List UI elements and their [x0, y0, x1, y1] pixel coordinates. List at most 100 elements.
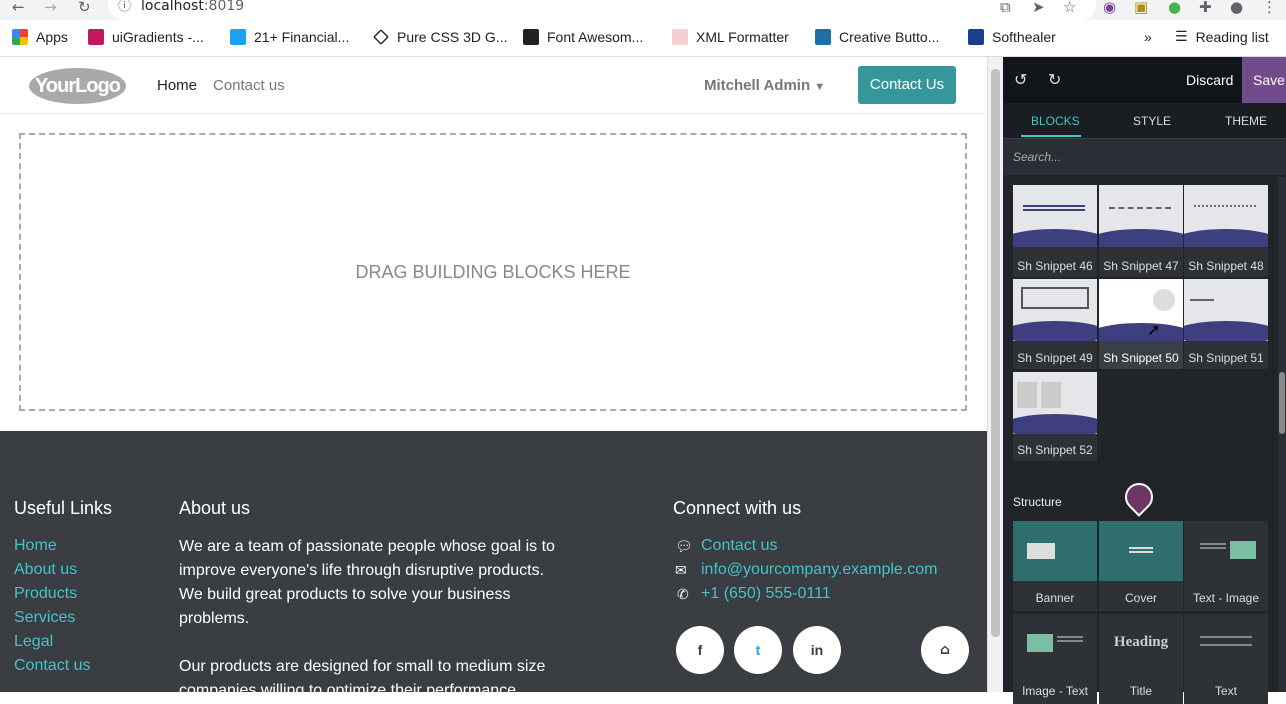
- bookmark-apps[interactable]: Apps: [12, 29, 68, 45]
- footer-link-products[interactable]: Products: [14, 585, 77, 603]
- wave-shape: [1184, 229, 1268, 247]
- tab-blocks[interactable]: BLOCKS: [1031, 114, 1080, 128]
- address-bar[interactable]: [108, 0, 1096, 20]
- bookmark-softhealer[interactable]: Softhealer: [968, 29, 1056, 45]
- snippet-preview-box: [1017, 382, 1037, 408]
- more-bookmarks-label: »: [1144, 29, 1152, 45]
- tab-theme[interactable]: THEME: [1225, 114, 1267, 128]
- send-icon[interactable]: ➤: [1032, 0, 1045, 15]
- open-external-icon[interactable]: ⧉: [1000, 0, 1011, 15]
- url-text[interactable]: localhost:8019: [141, 0, 244, 14]
- extension-icon[interactable]: ◉: [1103, 0, 1116, 15]
- snippet-49[interactable]: Sh Snippet 49: [1013, 279, 1097, 369]
- bookmark-financial[interactable]: 21+ Financial...: [230, 29, 349, 45]
- block-text-image[interactable]: Text - Image: [1184, 521, 1268, 611]
- undo-icon[interactable]: ↺: [1014, 70, 1027, 89]
- info-icon[interactable]: ⓘ: [118, 0, 131, 14]
- snippet-48[interactable]: Sh Snippet 48: [1184, 185, 1268, 277]
- search-input[interactable]: Search...: [1003, 139, 1286, 175]
- about-line: Our products are designed for small to m…: [179, 658, 546, 675]
- drop-zone[interactable]: DRAG BUILDING BLOCKS HERE: [19, 133, 967, 411]
- about-line: improve everyone's life through disrupti…: [179, 562, 545, 579]
- creative-icon: [815, 29, 831, 45]
- wave-shape: [1013, 414, 1097, 434]
- wave-shape: [1013, 321, 1097, 341]
- bookmark-font-awesome[interactable]: Font Awesom...: [523, 29, 643, 45]
- reload-icon[interactable]: ↻: [78, 0, 91, 15]
- bookmark-creative-buttons[interactable]: Creative Butto...: [815, 29, 939, 45]
- discard-button[interactable]: Discard: [1186, 72, 1233, 88]
- save-button[interactable]: Save: [1242, 57, 1286, 103]
- editor-scrollbar[interactable]: [1278, 177, 1286, 692]
- more-bookmarks-button[interactable]: »: [1144, 29, 1152, 45]
- block-cover[interactable]: Cover: [1099, 521, 1183, 611]
- footer-link-contact[interactable]: Contact us: [14, 657, 90, 675]
- snippet-thumbnail: [1099, 185, 1183, 247]
- wave-shape: [1013, 229, 1097, 247]
- nav-home-link[interactable]: Home: [157, 77, 197, 94]
- puzzle-icon[interactable]: ✚: [1199, 0, 1212, 15]
- bookmark-label: XML Formatter: [696, 29, 789, 45]
- block-label: Image - Text: [1022, 684, 1088, 698]
- bookmark-xml-formatter[interactable]: XML Formatter: [672, 29, 789, 45]
- block-text[interactable]: Text: [1184, 614, 1268, 704]
- snippet-thumbnail: [1184, 279, 1268, 341]
- contact-us-button[interactable]: Contact Us: [858, 66, 956, 104]
- extension-icon[interactable]: ●: [1168, 0, 1181, 15]
- bookmark-pure-css[interactable]: Pure CSS 3D G...: [373, 29, 507, 45]
- snippet-label: Sh Snippet 51: [1188, 351, 1264, 365]
- home-icon[interactable]: ⌂: [921, 626, 969, 674]
- editor-scrollbar-thumb[interactable]: [1279, 372, 1285, 434]
- block-preview-lines: [1200, 543, 1226, 549]
- snippet-52[interactable]: Sh Snippet 52: [1013, 372, 1097, 461]
- bookmark-label: Pure CSS 3D G...: [397, 29, 508, 45]
- url-port: :8019: [203, 0, 245, 14]
- block-preview-lines: [1129, 547, 1153, 553]
- redo-icon[interactable]: ↻: [1048, 70, 1061, 89]
- block-title[interactable]: Heading Title: [1099, 614, 1183, 704]
- nav-contact-link[interactable]: Contact us: [213, 77, 285, 94]
- profile-icon[interactable]: ●: [1230, 0, 1243, 15]
- page-scrollbar-thumb[interactable]: [991, 69, 1000, 637]
- block-image-text[interactable]: Image - Text: [1013, 614, 1097, 704]
- menu-icon[interactable]: ⋮: [1262, 0, 1277, 15]
- editor-topbar: ↺ ↻ Discard Save: [1003, 57, 1286, 103]
- twitter-icon[interactable]: t: [734, 626, 782, 674]
- site-logo[interactable]: YourLogo: [29, 68, 126, 104]
- forward-icon[interactable]: →: [44, 0, 57, 15]
- envelope-icon: ✉: [675, 563, 687, 579]
- structure-title: Structure: [1013, 495, 1062, 509]
- footer-link-services[interactable]: Services: [14, 609, 75, 627]
- comment-icon: 💬︎: [675, 539, 693, 555]
- footer-link-legal[interactable]: Legal: [14, 633, 53, 651]
- about-us-title: About us: [179, 498, 251, 518]
- facebook-icon[interactable]: f: [676, 626, 724, 674]
- footer-link-home[interactable]: Home: [14, 537, 57, 555]
- star-icon[interactable]: ☆: [1063, 0, 1076, 15]
- connect-title: Connect with us: [673, 498, 802, 518]
- snippet-thumbnail: [1013, 185, 1097, 247]
- tab-style[interactable]: STYLE: [1133, 114, 1171, 128]
- about-us-text: We are a team of passionate people whose…: [179, 535, 555, 631]
- block-banner[interactable]: Banner: [1013, 521, 1097, 611]
- snippet-46[interactable]: Sh Snippet 46: [1013, 185, 1097, 277]
- snippet-47[interactable]: Sh Snippet 47: [1099, 185, 1183, 277]
- email-link[interactable]: info@yourcompany.example.com: [701, 561, 938, 579]
- connect-contact-link[interactable]: Contact us: [701, 537, 777, 555]
- apps-icon: [12, 29, 28, 45]
- block-thumbnail: [1099, 521, 1183, 581]
- back-icon[interactable]: ←: [12, 0, 25, 15]
- reading-list-button[interactable]: ☰ Reading list: [1175, 29, 1269, 45]
- linkedin-icon[interactable]: in: [793, 626, 841, 674]
- user-name: Mitchell Admin: [704, 77, 811, 94]
- phone-link[interactable]: +1 (650) 555-0111: [701, 585, 831, 603]
- block-thumbnail: [1184, 614, 1268, 674]
- footer-link-about[interactable]: About us: [14, 561, 77, 579]
- snippet-label: Sh Snippet 46: [1017, 259, 1093, 273]
- snippet-50[interactable]: Sh Snippet 50: [1099, 279, 1183, 369]
- page-scrollbar[interactable]: [987, 57, 1003, 692]
- snippet-51[interactable]: Sh Snippet 51: [1184, 279, 1268, 369]
- extension-icon[interactable]: ▣: [1134, 0, 1148, 15]
- bookmark-uigradients[interactable]: uiGradients -...: [88, 29, 204, 45]
- user-menu[interactable]: Mitchell Admin ▼: [704, 77, 825, 94]
